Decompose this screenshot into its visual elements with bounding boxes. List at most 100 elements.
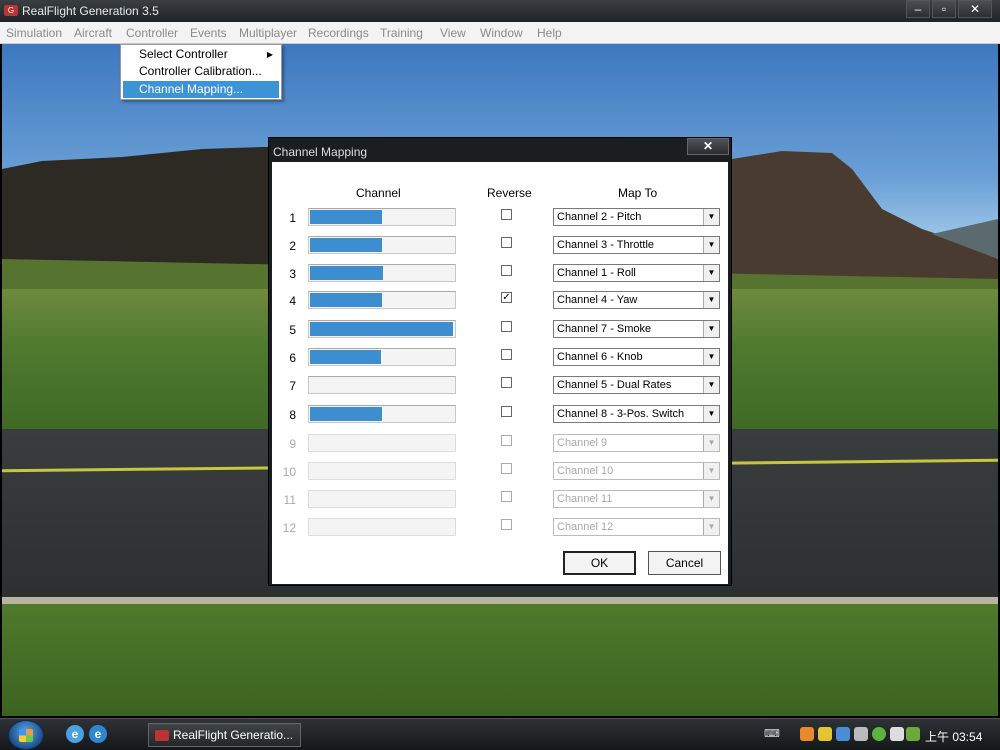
reverse-checkbox[interactable] — [501, 237, 512, 248]
menu-item-channel-mapping[interactable]: Channel Mapping... — [123, 81, 279, 98]
map-to-value: Channel 3 - Throttle — [557, 239, 655, 251]
channel-level-bar — [308, 434, 456, 452]
chevron-down-icon: ▼ — [703, 265, 719, 281]
reverse-checkbox — [501, 491, 512, 502]
channel-row: 7 Channel 5 - Dual Rates ▼ — [272, 376, 728, 398]
map-to-value: Channel 10 — [557, 465, 614, 477]
channel-level-bar — [308, 376, 456, 394]
menu-recordings[interactable]: Recordings — [308, 26, 369, 40]
map-to-select[interactable]: Channel 1 - Roll ▼ — [553, 264, 720, 282]
menu-simulation[interactable]: Simulation — [6, 26, 62, 40]
map-to-value: Channel 8 - 3-Pos. Switch — [557, 408, 685, 420]
reverse-checkbox[interactable]: ✓ — [501, 292, 512, 303]
map-to-value: Channel 2 - Pitch — [557, 211, 642, 223]
menu-view[interactable]: View — [440, 26, 466, 40]
map-to-select[interactable]: Channel 7 - Smoke ▼ — [553, 320, 720, 338]
map-to-select[interactable]: Channel 5 - Dual Rates ▼ — [553, 376, 720, 394]
maximize-button[interactable]: ▫ — [932, 0, 956, 18]
map-to-select[interactable]: Channel 2 - Pitch ▼ — [553, 208, 720, 226]
map-to-select: Channel 12 ▼ — [553, 518, 720, 536]
reverse-checkbox — [501, 463, 512, 474]
internet-explorer-icon[interactable]: e — [66, 725, 84, 743]
chevron-down-icon: ▼ — [703, 491, 719, 507]
reverse-checkbox[interactable] — [501, 406, 512, 417]
channel-level-bar — [308, 264, 456, 282]
dialog-close-button[interactable]: ✕ — [687, 138, 729, 155]
menu-aircraft[interactable]: Aircraft — [74, 26, 112, 40]
channel-level-fill — [310, 322, 453, 336]
browser-quicklaunch-icon[interactable]: e — [89, 725, 107, 743]
tray-security-icon[interactable] — [854, 727, 868, 741]
channel-level-fill — [310, 266, 383, 280]
map-to-select[interactable]: Channel 4 - Yaw ▼ — [553, 291, 720, 309]
app-icon: G — [4, 5, 18, 16]
channel-level-bar — [308, 291, 456, 309]
menu-item-controller-calibration[interactable]: Controller Calibration... — [123, 63, 279, 80]
menu-item-select-controller[interactable]: Select Controller ▶ — [123, 46, 279, 63]
channel-row: 6 Channel 6 - Knob ▼ — [272, 348, 728, 370]
channel-level-bar — [308, 490, 456, 508]
channel-row: 11 Channel 11 ▼ — [272, 490, 728, 512]
channel-number: 6 — [289, 351, 296, 365]
channel-row: 8 Channel 8 - 3-Pos. Switch ▼ — [272, 405, 728, 427]
channel-row: 10 Channel 10 ▼ — [272, 462, 728, 484]
map-to-select[interactable]: Channel 6 - Knob ▼ — [553, 348, 720, 366]
menu-window[interactable]: Window — [480, 26, 523, 40]
reverse-checkbox[interactable] — [501, 209, 512, 220]
channel-mapping-dialog: Channel Mapping ✕ Channel Reverse Map To… — [268, 137, 732, 586]
channel-number: 4 — [289, 294, 296, 308]
close-button[interactable]: ✕ — [958, 0, 992, 18]
map-to-value: Channel 12 — [557, 521, 614, 533]
tray-utorrent-icon[interactable] — [872, 727, 886, 741]
grass-field-near — [2, 604, 998, 716]
channel-column-header: Channel — [356, 186, 401, 200]
map-to-value: Channel 4 - Yaw — [557, 294, 638, 306]
menu-multiplayer[interactable]: Multiplayer — [239, 26, 297, 40]
map-to-select[interactable]: Channel 3 - Throttle ▼ — [553, 236, 720, 254]
map-to-value: Channel 1 - Roll — [557, 267, 636, 279]
channel-number: 11 — [283, 493, 296, 507]
channel-number: 7 — [289, 379, 296, 393]
menu-help[interactable]: Help — [537, 26, 562, 40]
channel-level-fill — [310, 293, 382, 307]
runway-edge — [2, 597, 998, 604]
tray-nvidia-icon[interactable] — [906, 727, 920, 741]
taskbar-app-label: RealFlight Generatio... — [173, 728, 294, 742]
cancel-button[interactable]: Cancel — [648, 551, 721, 575]
chevron-down-icon: ▼ — [703, 349, 719, 365]
channel-row: 5 Channel 7 - Smoke ▼ — [272, 320, 728, 342]
channel-level-fill — [310, 350, 381, 364]
reverse-checkbox[interactable] — [501, 349, 512, 360]
minimize-button[interactable]: – — [906, 0, 930, 18]
reverse-column-header: Reverse — [487, 186, 532, 200]
volume-icon[interactable] — [890, 727, 904, 741]
channel-number: 3 — [289, 267, 296, 281]
start-button[interactable] — [8, 720, 44, 750]
tray-network-icon[interactable] — [836, 727, 850, 741]
channel-row: 9 Channel 9 ▼ — [272, 434, 728, 456]
channel-number: 8 — [289, 408, 296, 422]
channel-number: 5 — [289, 323, 296, 337]
reverse-checkbox[interactable] — [501, 321, 512, 332]
keyboard-icon[interactable]: ⌨ — [764, 727, 780, 740]
chevron-down-icon: ▼ — [703, 435, 719, 451]
tray-app-icon[interactable] — [800, 727, 814, 741]
reverse-checkbox[interactable] — [501, 265, 512, 276]
window-title: RealFlight Generation 3.5 — [22, 4, 159, 18]
taskbar-app-button[interactable]: RealFlight Generatio... — [148, 723, 301, 747]
app-icon — [155, 730, 169, 741]
map-to-value: Channel 5 - Dual Rates — [557, 379, 672, 391]
channel-row: 4 ✓ Channel 4 - Yaw ▼ — [272, 291, 728, 313]
menu-training[interactable]: Training — [380, 26, 423, 40]
menu-events[interactable]: Events — [190, 26, 227, 40]
tray-update-icon[interactable] — [818, 727, 832, 741]
map-to-select[interactable]: Channel 8 - 3-Pos. Switch ▼ — [553, 405, 720, 423]
map-to-select: Channel 9 ▼ — [553, 434, 720, 452]
channel-level-fill — [310, 238, 382, 252]
reverse-checkbox[interactable] — [501, 377, 512, 388]
chevron-down-icon: ▼ — [703, 406, 719, 422]
menu-controller[interactable]: Controller — [126, 26, 178, 40]
map-to-select: Channel 10 ▼ — [553, 462, 720, 480]
ok-button[interactable]: OK — [563, 551, 636, 575]
channel-level-bar — [308, 236, 456, 254]
